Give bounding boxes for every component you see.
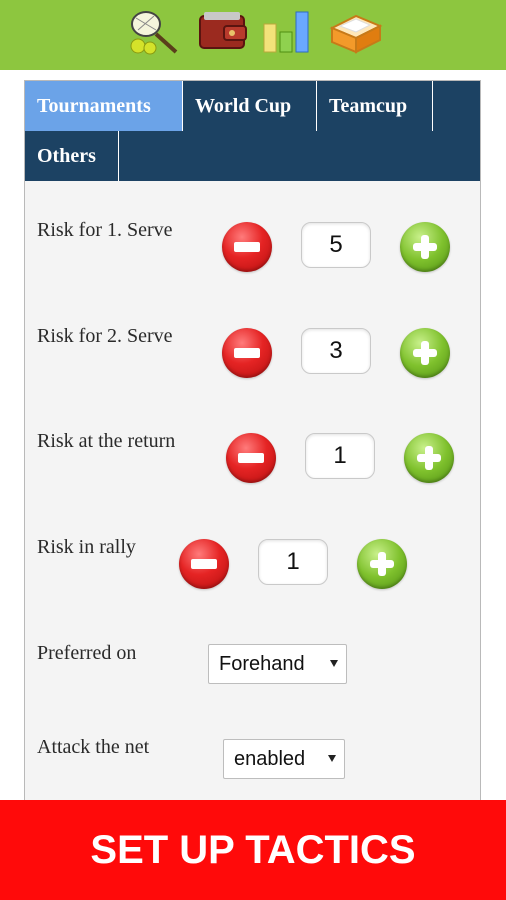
tab-others[interactable]: Others (25, 131, 119, 181)
serve1-label: Risk for 1. Serve (37, 219, 173, 241)
return-decrease-button[interactable] (226, 433, 276, 483)
minus-icon (238, 453, 264, 463)
inbox-tray-icon[interactable] (326, 6, 384, 56)
tennis-racket-icon[interactable] (124, 6, 182, 56)
plus-icon (370, 552, 394, 576)
top-toolbar (0, 0, 506, 70)
net-select[interactable]: enabled (223, 739, 345, 779)
serve1-decrease-button[interactable] (222, 222, 272, 272)
rally-decrease-button[interactable] (179, 539, 229, 589)
set-up-tactics-button[interactable]: SET UP TACTICS (0, 800, 506, 900)
rally-increase-button[interactable] (357, 539, 407, 589)
serve2-increase-button[interactable] (400, 328, 450, 378)
serve1-value[interactable]: 5 (301, 222, 371, 268)
tab-teamcup[interactable]: Teamcup (317, 81, 433, 131)
chevron-down-icon (328, 755, 336, 762)
plus-icon (413, 235, 437, 259)
net-select-value: enabled (234, 747, 306, 770)
minus-icon (234, 242, 260, 252)
serve1-increase-button[interactable] (400, 222, 450, 272)
preferred-label: Preferred on (37, 642, 137, 664)
preferred-select-value: Forehand (219, 652, 305, 675)
rally-label: Risk in rally (37, 536, 136, 558)
preferred-select[interactable]: Forehand (208, 644, 347, 684)
wallet-icon[interactable] (194, 6, 252, 56)
net-label: Attack the net (37, 736, 150, 758)
minus-icon (234, 348, 260, 358)
tab-bar: Tournaments World Cup Teamcup Others (25, 81, 480, 181)
minus-icon (191, 559, 217, 569)
tab-tournaments[interactable]: Tournaments (25, 81, 183, 131)
bar-chart-icon[interactable] (258, 6, 316, 56)
plus-icon (417, 446, 441, 470)
rally-value[interactable]: 1 (258, 539, 328, 585)
return-value[interactable]: 1 (305, 433, 375, 479)
chevron-down-icon (330, 660, 338, 667)
return-label: Risk at the return (37, 430, 176, 452)
return-increase-button[interactable] (404, 433, 454, 483)
serve2-value[interactable]: 3 (301, 328, 371, 374)
serve2-decrease-button[interactable] (222, 328, 272, 378)
plus-icon (413, 341, 437, 365)
tab-world-cup[interactable]: World Cup (183, 81, 317, 131)
tactics-panel: Tournaments World Cup Teamcup Others Ris… (24, 80, 481, 820)
serve2-label: Risk for 2. Serve (37, 325, 173, 347)
